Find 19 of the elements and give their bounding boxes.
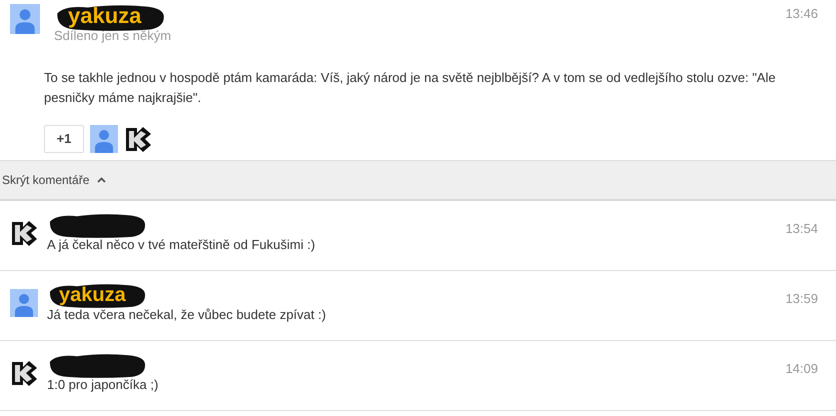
- comment-time: 14:09: [785, 360, 818, 378]
- comment-text: 1:0 pro japončíka ;): [47, 376, 158, 394]
- author-name: yakuza: [67, 4, 142, 28]
- post-time: 13:46: [785, 5, 818, 23]
- k-logo-icon: [10, 219, 38, 247]
- sharing-label: Sdíleno jen s někým: [54, 28, 172, 45]
- comment-time: 13:54: [785, 220, 818, 238]
- comment-time: 13:59: [785, 290, 818, 308]
- plus-one-button[interactable]: +1: [44, 124, 84, 152]
- author-name: yakuza: [58, 283, 126, 307]
- avatar-icon: [10, 289, 38, 317]
- avatar-icon: [10, 4, 40, 34]
- post-text: To se takhle jednou v hospodě ptám kamaráda: Víš, jaký národ je na světě nejblbější? A v tom se od vedlejšího stolu ozve: "Ale pesničky máme najkrajšie".: [43, 68, 777, 107]
- avatar-icon: [90, 124, 118, 152]
- comment-text: Já teda včera nečekal, že vůbec budete zpívat :): [47, 306, 326, 324]
- k-logo-icon: [124, 124, 152, 152]
- k-logo-icon: [10, 359, 38, 387]
- comment-text: A já čekal něco v tvé mateřštině od Fukušimi :): [47, 236, 316, 254]
- hide-comments-toggle[interactable]: Skrýt komentáře: [2, 171, 106, 189]
